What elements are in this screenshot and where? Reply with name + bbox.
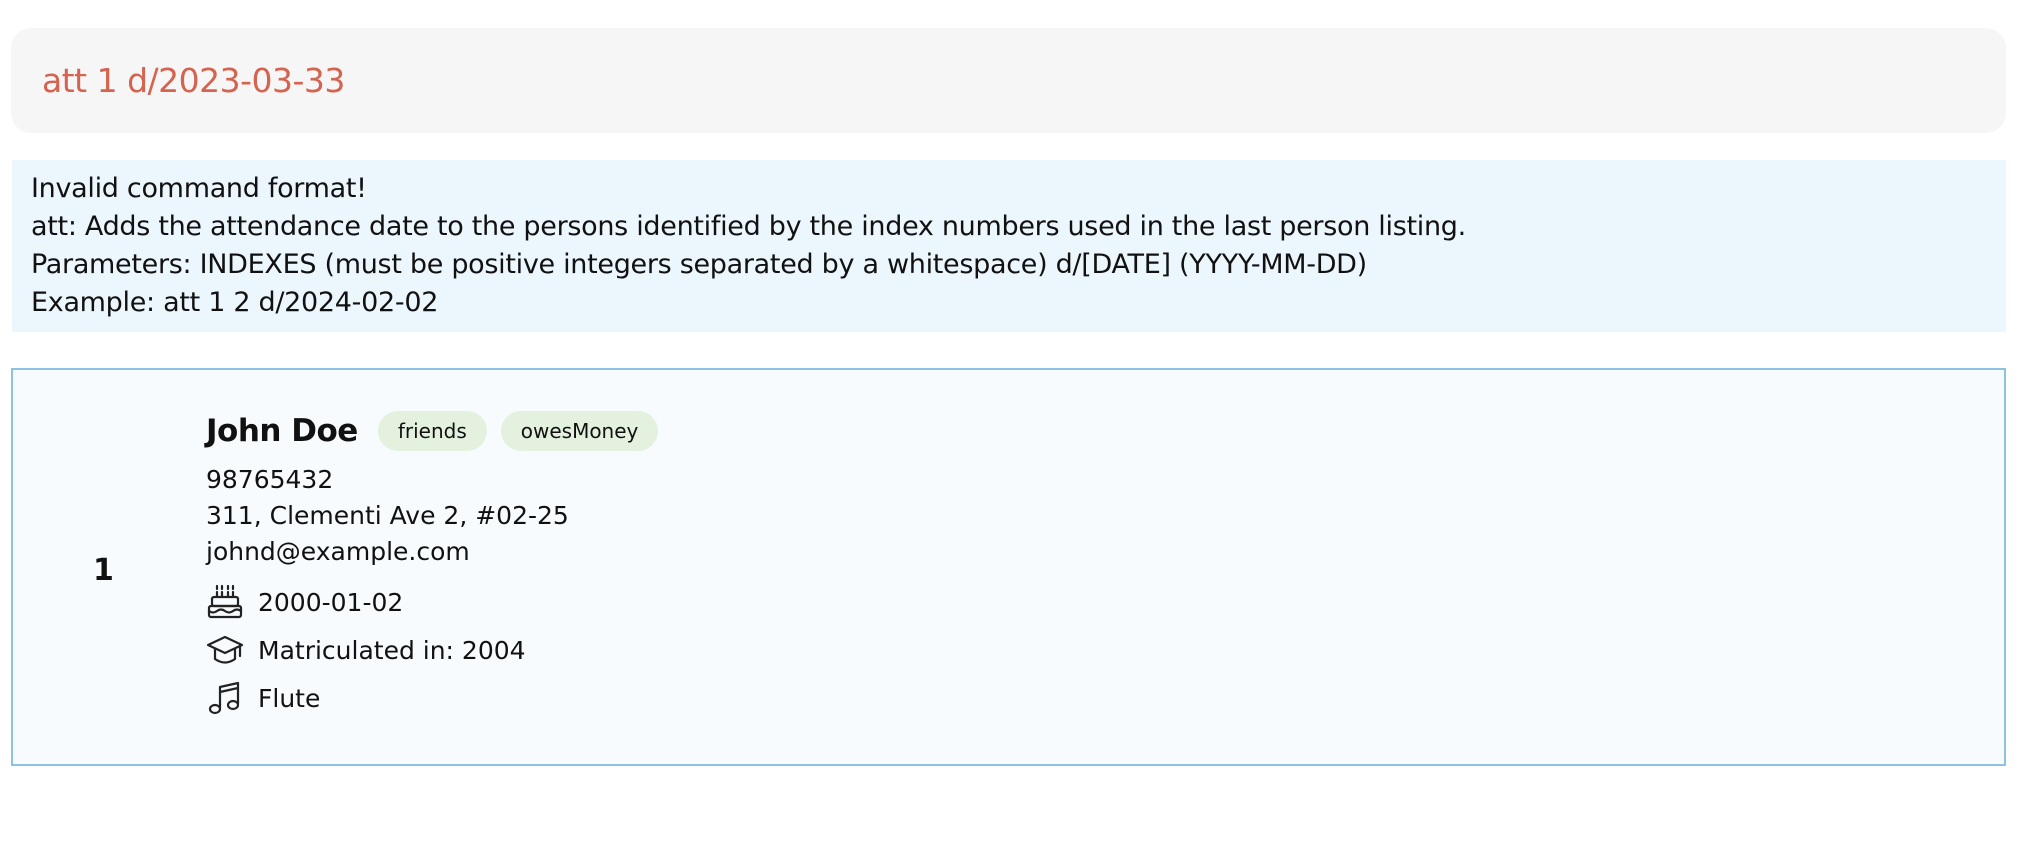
- command-box: [11, 28, 2006, 133]
- person-name: John Doe: [206, 413, 358, 449]
- person-phone: 98765432: [206, 465, 334, 494]
- person-card[interactable]: 1 John Doe friends owesMoney 98765432 31…: [11, 368, 2006, 766]
- birthday-text: 2000-01-02: [258, 587, 404, 617]
- music-note-icon: [206, 679, 244, 717]
- person-address: 311, Clementi Ave 2, #02-25: [206, 501, 569, 530]
- command-input[interactable]: [42, 58, 1975, 104]
- result-line: Parameters: INDEXES (must be positive in…: [31, 249, 1367, 280]
- result-display: Invalid command format! att: Adds the at…: [12, 160, 2006, 332]
- birthday-row: 2000-01-02: [206, 578, 672, 626]
- person-index: 1: [93, 553, 114, 588]
- matriculation-text: Matriculated in: 2004: [258, 635, 526, 665]
- instrument-text: Flute: [258, 683, 321, 713]
- person-details: John Doe friends owesMoney 98765432 311,…: [206, 410, 672, 722]
- matriculation-row: Matriculated in: 2004: [206, 626, 672, 674]
- result-line: att: Adds the attendance date to the per…: [31, 211, 1466, 242]
- result-line: Example: att 1 2 d/2024-02-02: [31, 287, 439, 318]
- person-email: johnd@example.com: [206, 537, 470, 566]
- result-line: Invalid command format!: [31, 173, 367, 204]
- graduation-cap-icon: [206, 631, 244, 669]
- tag-badge: owesMoney: [500, 411, 659, 451]
- tag-badge: friends: [377, 411, 487, 451]
- birthday-cake-icon: [206, 583, 244, 621]
- instrument-row: Flute: [206, 674, 672, 722]
- name-row: John Doe friends owesMoney: [206, 410, 672, 452]
